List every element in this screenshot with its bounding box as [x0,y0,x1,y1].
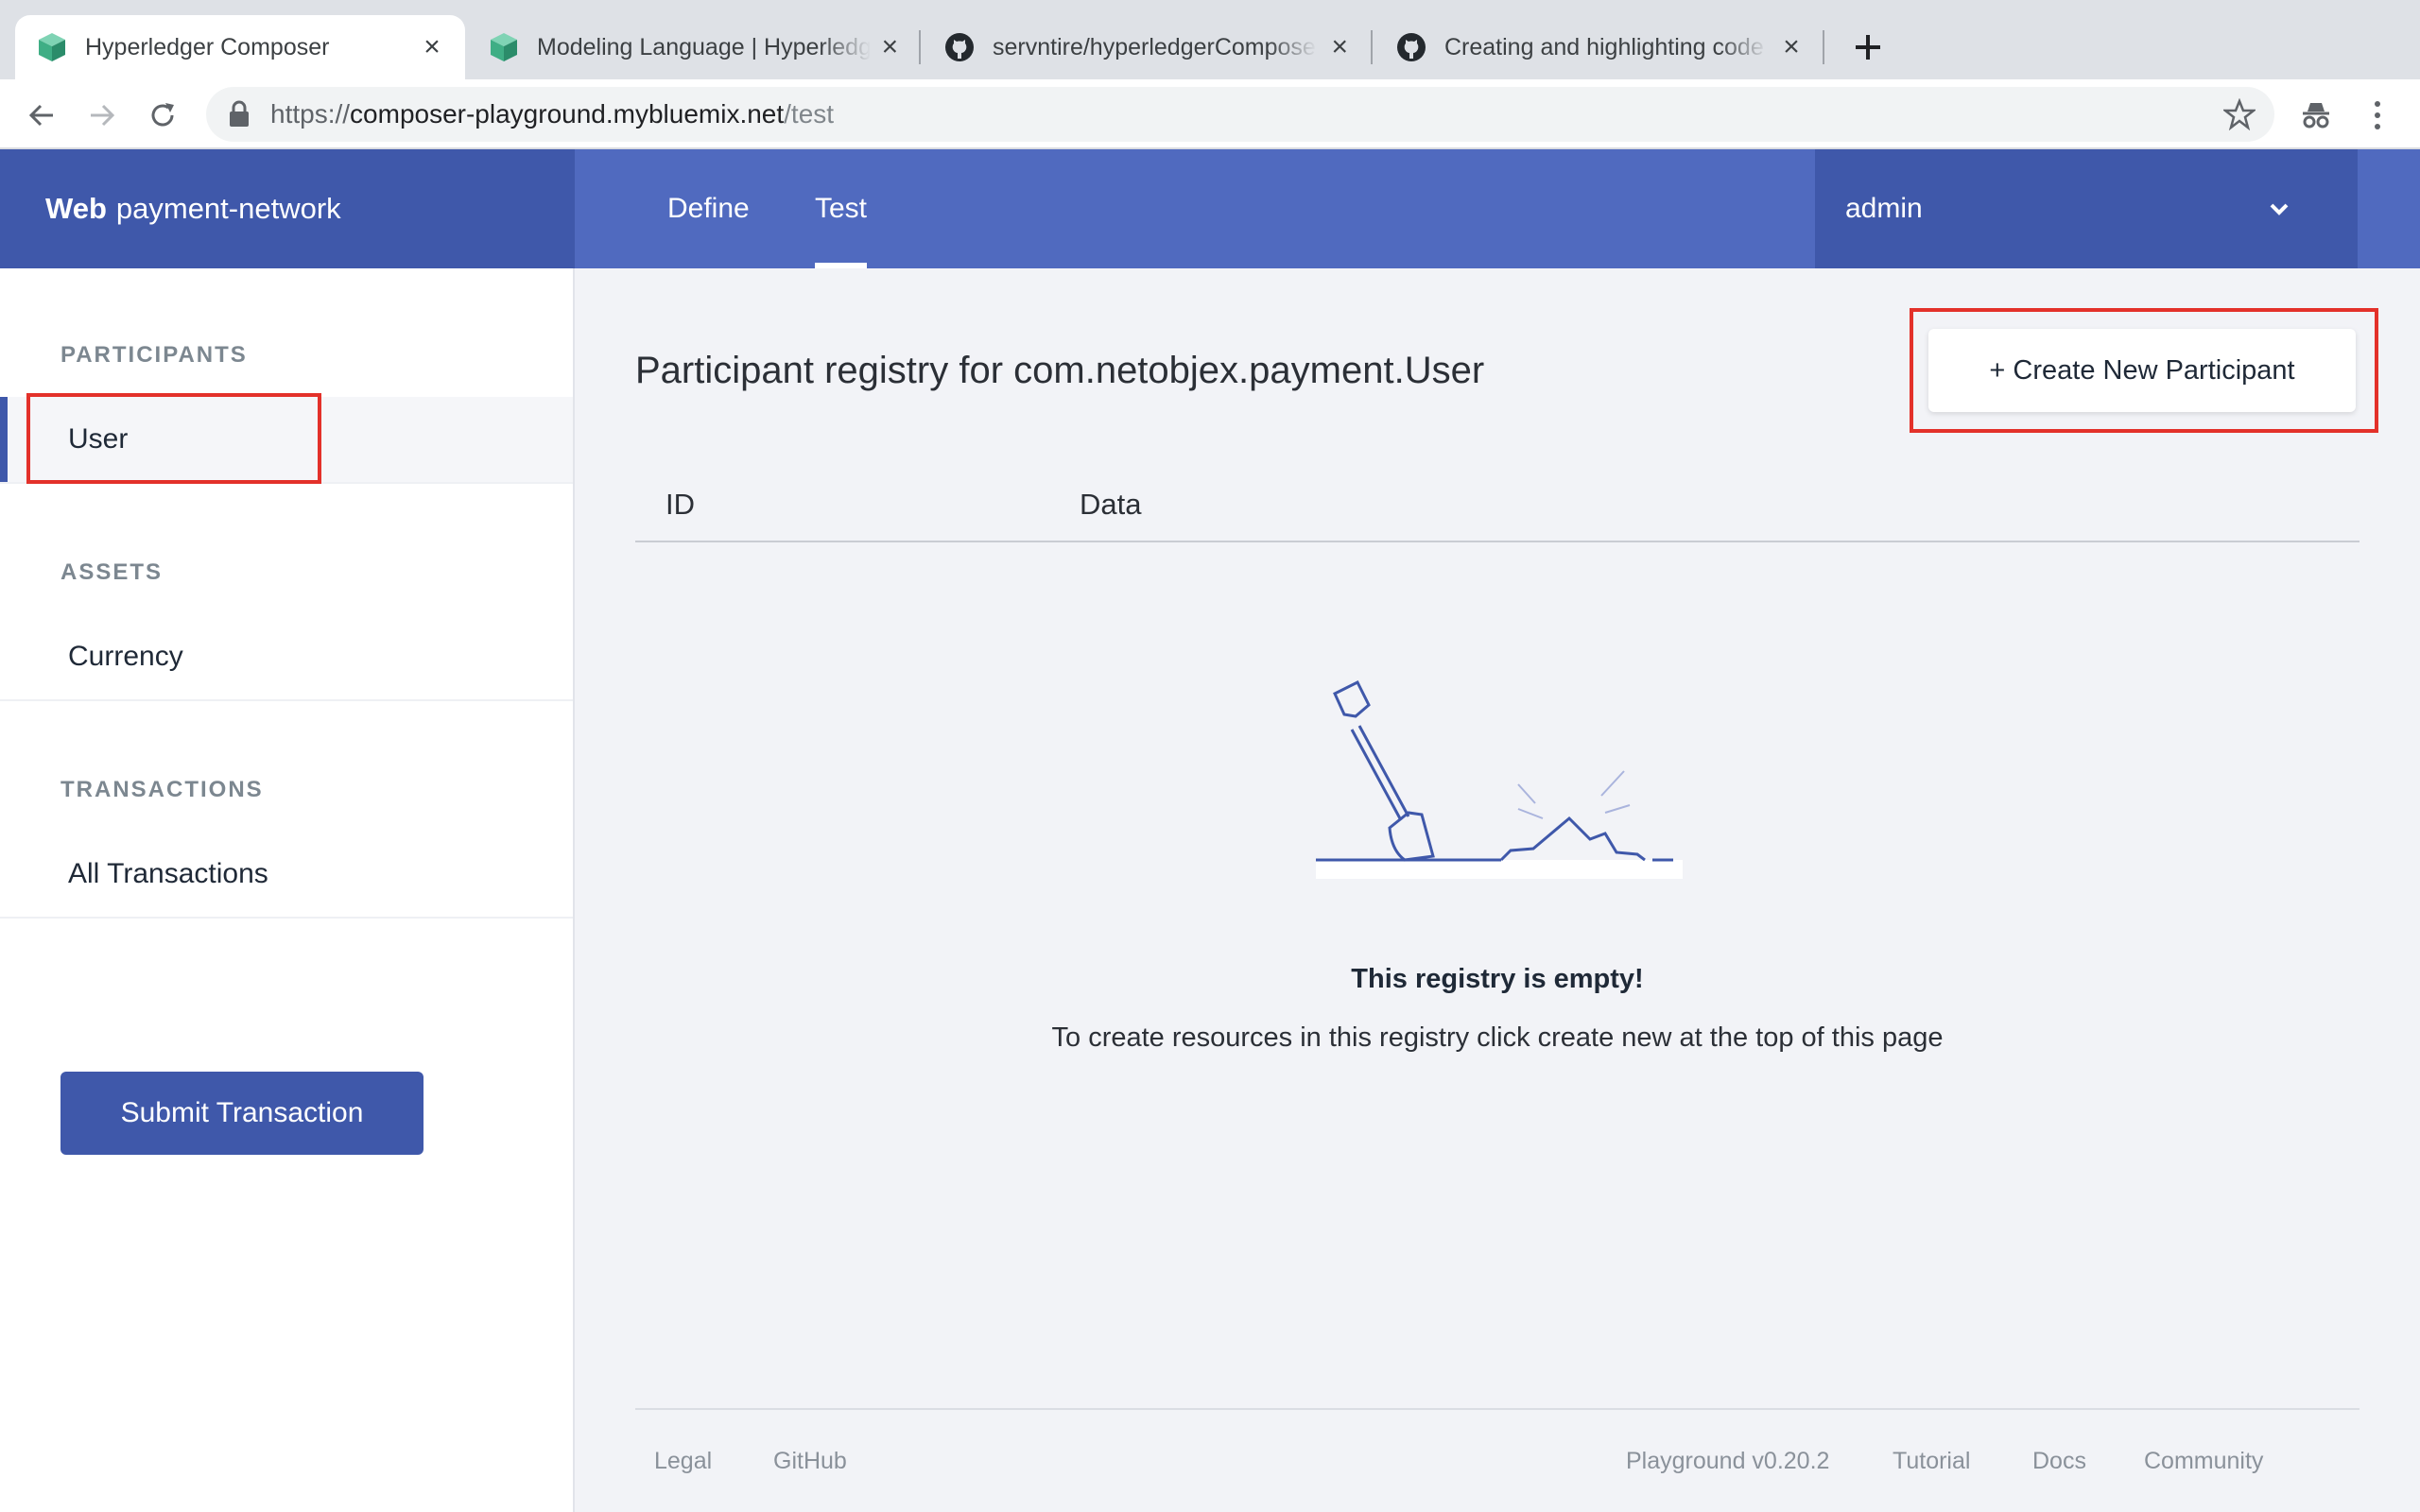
empty-state-title: This registry is empty! [1351,964,1644,994]
footer-link-tutorial[interactable]: Tutorial [1893,1448,1970,1475]
column-header-data: Data [1080,488,1142,521]
sidebar-item-label: Currency [68,641,183,672]
close-tab-icon[interactable]: × [880,31,900,62]
empty-state-description: To create resources in this registry cli… [1051,1022,1944,1053]
footer-link-github[interactable]: GitHub [773,1448,847,1475]
network-name: payment-network [115,192,341,225]
tab-title: Hyperledger Composer [85,33,330,60]
footer-link-docs[interactable]: Docs [2032,1448,2086,1475]
browser-tab-1[interactable]: Hyperledger Composer × [15,15,465,79]
browser-tab-4[interactable]: Creating and highlighting code × [1374,15,1824,79]
lock-icon [230,100,249,127]
browser-tab-strip: Hyperledger Composer × Modeling Language… [0,0,2420,79]
sidebar-item-all-transactions[interactable]: All Transactions [0,832,573,919]
identity-name: admin [1845,193,1923,224]
arrow-right-icon [91,104,115,127]
business-network-title: Web payment-network [0,149,575,268]
plus-icon [1856,35,1880,60]
footer-link-community[interactable]: Community [2144,1448,2263,1475]
footer-link-legal[interactable]: Legal [654,1448,712,1475]
reload-button[interactable] [142,94,183,136]
sidebar-item-currency[interactable]: Currency [0,614,573,701]
reload-icon [151,103,174,127]
registry-table-header: ID Data [635,480,2360,542]
app-header: Web payment-network Define Test admin [0,149,2420,268]
main-content: Participant registry for com.netobjex.pa… [575,268,2420,1512]
url-host: composer-playground.mybluemix.net [350,99,785,129]
browser-tab-2[interactable]: Modeling Language | Hyperledger Composer… [467,15,919,79]
browser-menu-icon[interactable] [2363,94,2392,136]
section-participants: PARTICIPANTS [60,342,248,368]
new-tab-button[interactable] [1847,26,1889,68]
composer-cube-icon [488,31,520,63]
highlight-box [26,393,321,484]
browser-toolbar: https://composer-playground.mybluemix.ne… [0,79,2420,149]
tab-test[interactable]: Test [815,149,868,268]
close-tab-icon[interactable]: × [1326,31,1354,62]
tab-define[interactable]: Define [667,149,750,268]
submit-transaction-button[interactable]: Submit Transaction [60,1072,424,1155]
browser-tab-3[interactable]: servntire/hyperledgerComposer × [923,15,1373,79]
identity-dropdown[interactable]: admin [1815,149,2358,268]
back-button[interactable] [21,94,62,136]
close-tab-icon[interactable]: × [1777,31,1806,62]
url-scheme: https:// [270,99,351,129]
tab-separator [1823,30,1824,64]
footer-version: Playground v0.20.2 [1626,1448,1830,1474]
section-assets: ASSETS [60,559,164,585]
empty-shovel-illustration [1316,679,1683,879]
github-icon [943,31,976,63]
tab-separator [919,30,921,64]
address-bar[interactable]: https://composer-playground.mybluemix.ne… [206,87,2274,142]
tab-define-label: Define [667,193,750,224]
bookmark-star-icon[interactable] [2223,98,2256,130]
incognito-extension-icon[interactable] [2297,96,2335,134]
tab-title: Modeling Language | Hyperledger Composer [537,33,871,60]
chevron-down-icon [2270,203,2289,215]
section-transactions: TRANSACTIONS [60,777,264,802]
close-tab-icon[interactable]: × [418,31,446,62]
brand-prefix: Web [45,192,107,225]
composer-cube-icon [36,31,68,63]
tab-test-label: Test [815,193,868,224]
registry-title: Participant registry for com.netobjex.pa… [635,350,1485,391]
forward-button[interactable] [81,94,123,136]
footer: Legal GitHub Playground v0.20.2 Tutorial… [635,1408,2360,1512]
tab-separator [1371,30,1373,64]
url-path: /test [784,99,835,129]
arrow-left-icon [28,104,53,127]
sidebar: PARTICIPANTS User ASSETS Currency TRANSA… [0,268,575,1512]
sidebar-item-label: All Transactions [68,858,268,889]
column-header-id: ID [666,488,695,521]
github-icon [1395,31,1427,63]
tab-title: Creating and highlighting code [1444,33,1764,60]
highlight-box [1910,308,2378,433]
tab-title: servntire/hyperledgerComposer [993,33,1317,60]
